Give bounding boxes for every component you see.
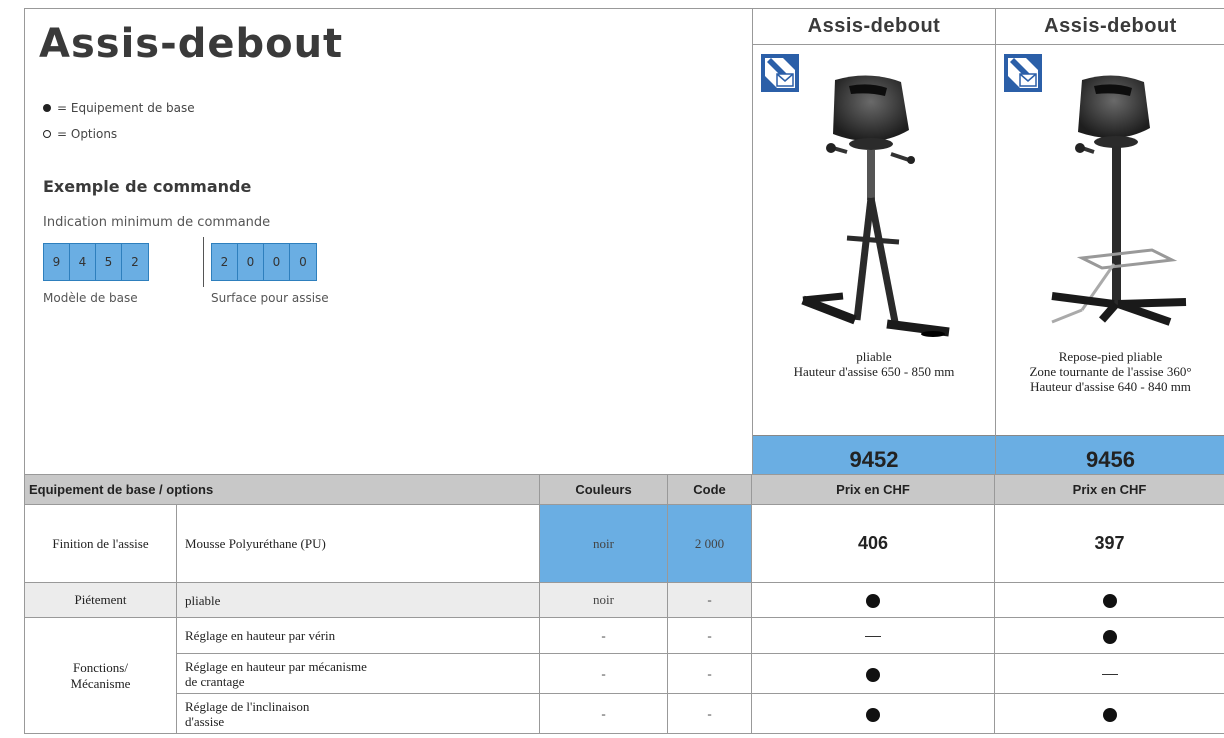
mark-cell bbox=[751, 617, 996, 654]
table-row: Piétement pliable noir - bbox=[24, 582, 1224, 618]
code-cell: - bbox=[667, 582, 753, 618]
product-image-area bbox=[996, 46, 1224, 348]
color-cell: - bbox=[539, 617, 669, 654]
header-colors: Couleurs bbox=[539, 474, 669, 505]
product-desc-line: pliable bbox=[856, 349, 892, 364]
surface-label: Surface pour assise bbox=[211, 291, 329, 305]
code-digit: 2 bbox=[212, 244, 238, 280]
mark-cell bbox=[751, 693, 996, 734]
filled-circle-icon bbox=[43, 104, 51, 112]
table-row: Finition de l'assise Mousse Polyuréthane… bbox=[24, 504, 1224, 583]
header-price-9452: Prix en CHF bbox=[751, 474, 996, 505]
mark-cell bbox=[994, 693, 1224, 734]
surface-code: 2 0 0 0 bbox=[211, 243, 317, 281]
table-header-row: Equipement de base / options Couleurs Co… bbox=[23, 474, 1224, 505]
standard-dot-icon bbox=[866, 667, 881, 682]
feature-cell: Mousse Polyuréthane (PU) bbox=[175, 504, 541, 583]
standard-dot-icon bbox=[1102, 629, 1117, 644]
order-example-title: Exemple de commande bbox=[43, 177, 252, 196]
feature-cell: pliable bbox=[175, 582, 541, 618]
color-cell: - bbox=[539, 653, 669, 694]
mark-cell bbox=[994, 653, 1224, 694]
header-code: Code bbox=[667, 474, 753, 505]
not-available-dash-icon bbox=[865, 635, 882, 638]
color-cell: noir bbox=[539, 582, 669, 618]
code-separator bbox=[203, 237, 204, 287]
product-desc-line: Hauteur d'assise 650 - 850 mm bbox=[793, 364, 955, 379]
product-header: Assis-debout bbox=[753, 9, 995, 45]
code-cell: - bbox=[667, 693, 753, 734]
product-header-area: Assis-debout = Equipement de base = Opti… bbox=[24, 8, 1224, 483]
code-digit: 5 bbox=[96, 244, 122, 280]
standard-dot-icon bbox=[1102, 707, 1117, 722]
legend-options-text: = Options bbox=[57, 127, 118, 141]
equipment-table: Equipement de base / options Couleurs Co… bbox=[23, 474, 1224, 734]
base-model-code: 9 4 5 2 bbox=[43, 243, 149, 281]
product-image-area bbox=[753, 46, 995, 348]
standard-dot-icon bbox=[1102, 594, 1117, 608]
price-cell: 397 bbox=[994, 504, 1224, 583]
folding-standing-chair-image bbox=[801, 75, 950, 337]
product-header: Assis-debout bbox=[996, 9, 1224, 45]
mark-cell bbox=[751, 653, 996, 694]
code-cell: - bbox=[667, 653, 753, 694]
code-cell: 2 000 bbox=[667, 504, 753, 583]
product-description: Repose-pied pliable Zone tournante de l'… bbox=[996, 349, 1224, 394]
mark-cell bbox=[994, 617, 1224, 654]
category-cell: Fonctions/ Mécanisme bbox=[24, 617, 177, 734]
table-row: Fonctions/ Mécanisme Réglage en hauteur … bbox=[24, 617, 1224, 734]
not-available-dash-icon bbox=[1101, 673, 1118, 676]
table-row: Réglage de l'inclinaison d'assise - - bbox=[25, 693, 1224, 734]
mark-cell bbox=[994, 582, 1224, 618]
legend-base-text: = Equipement de base bbox=[57, 101, 195, 115]
open-circle-icon bbox=[43, 130, 51, 138]
intro-panel: Assis-debout = Equipement de base = Opti… bbox=[25, 9, 752, 483]
standing-chair-with-footrest-image bbox=[1051, 75, 1187, 326]
product-desc-line: Zone tournante de l'assise 360° bbox=[1029, 364, 1192, 379]
code-digit: 4 bbox=[70, 244, 96, 280]
product-column-9456: Assis-debout Repose-pied pliable Zone to… bbox=[995, 9, 1224, 483]
feature-cell: Réglage de l'inclinaison d'assise bbox=[175, 693, 541, 734]
product-desc-line: Repose-pied pliable bbox=[1058, 349, 1163, 364]
base-model-label: Modèle de base bbox=[43, 291, 138, 305]
code-cell: - bbox=[667, 617, 753, 654]
legend-options: = Options bbox=[43, 127, 117, 141]
mark-cell bbox=[751, 582, 996, 618]
legend-base: = Equipement de base bbox=[43, 101, 195, 115]
category-cell: Piétement bbox=[24, 582, 177, 618]
price-cell: 406 bbox=[751, 504, 996, 583]
color-cell: noir bbox=[539, 504, 669, 583]
code-digit: 0 bbox=[290, 244, 316, 280]
product-column-9452: Assis-debout pliable Hauteur d'assise 65… bbox=[752, 9, 995, 483]
feature-cell: Réglage en hauteur par mécanisme de cran… bbox=[175, 653, 541, 694]
table-row: Réglage en hauteur par mécanisme de cran… bbox=[25, 653, 1224, 694]
color-cell: - bbox=[539, 693, 669, 734]
order-example-subtitle: Indication minimum de commande bbox=[43, 215, 271, 230]
header-price-9456: Prix en CHF bbox=[994, 474, 1224, 505]
feature-cell: Réglage en hauteur par vérin bbox=[175, 617, 541, 654]
standard-dot-icon bbox=[866, 707, 881, 722]
code-digit: 0 bbox=[238, 244, 264, 280]
code-digit: 0 bbox=[264, 244, 290, 280]
standard-dot-icon bbox=[866, 594, 881, 608]
product-desc-line: Hauteur d'assise 640 - 840 mm bbox=[1030, 379, 1191, 394]
category-cell: Finition de l'assise bbox=[24, 504, 177, 583]
page-title: Assis-debout bbox=[39, 21, 344, 67]
code-digit: 2 bbox=[122, 244, 148, 280]
code-digit: 9 bbox=[44, 244, 70, 280]
product-description: pliable Hauteur d'assise 650 - 850 mm bbox=[753, 349, 995, 379]
header-equipment: Equipement de base / options bbox=[23, 474, 541, 505]
